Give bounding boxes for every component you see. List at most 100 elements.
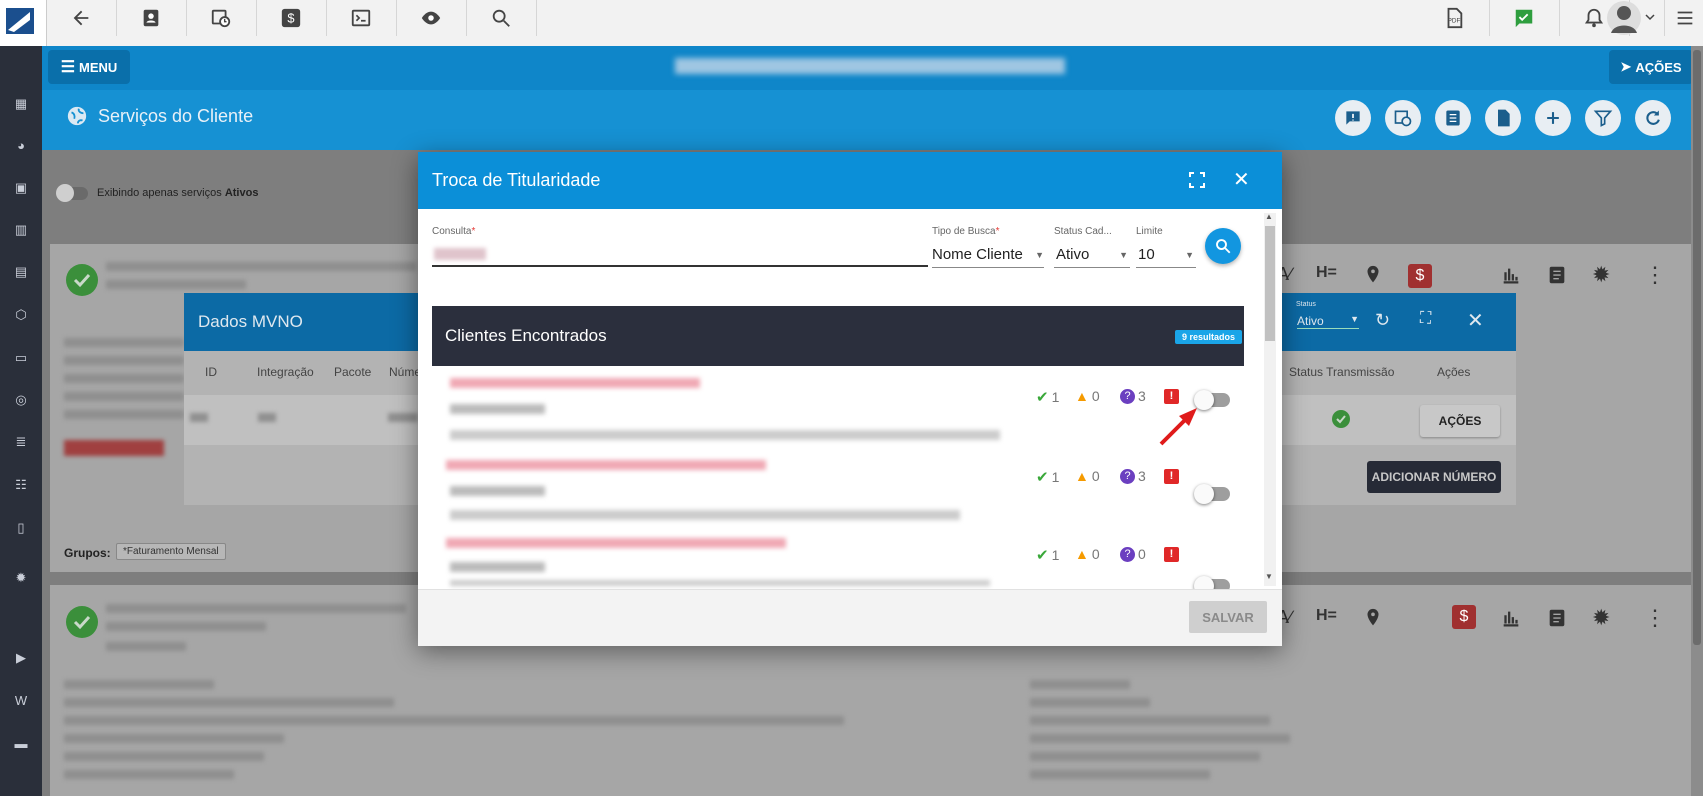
alert-icon: ! [1164,469,1179,484]
tipo-busca-underline [932,267,1044,268]
modal-footer [418,589,1282,646]
location-icon[interactable]: ◎ [8,390,34,410]
fullscreen-icon[interactable]: ⛶ [1420,310,1431,328]
alert-icon: ! [1164,547,1179,562]
dashboard-icon[interactable]: ▦ [8,94,34,114]
alert-chat-icon[interactable] [1335,100,1371,136]
document-icon[interactable]: ▯ [8,518,34,538]
avatar[interactable] [1606,0,1658,36]
bar-chart-icon[interactable] [1500,264,1522,286]
acoes-button[interactable]: ➤ AÇÕES [1609,50,1693,84]
dollar-icon[interactable]: $ [1452,605,1476,629]
blurred-tag [64,440,164,456]
close-icon[interactable]: ✕ [1467,308,1484,333]
consulta-input[interactable] [432,265,928,267]
pdf-icon[interactable]: PDF [1419,0,1490,36]
location-pin-icon[interactable] [1362,607,1384,629]
warning-icon: ▲ [1075,388,1089,404]
save-button[interactable]: SALVAR [1189,601,1267,633]
select-client-toggle[interactable] [1194,484,1230,504]
modal-title: Troca de Titularidade [432,170,601,190]
video-icon[interactable]: ▶ [8,648,34,668]
blurred-text [106,262,416,271]
tipo-busca-select[interactable]: Nome Cliente ▼ [932,246,1044,263]
page-scrollbar-thumb[interactable] [1693,50,1701,645]
status-label: Status [1296,301,1316,308]
more-vertical-icon[interactable]: ⋮ [1644,607,1666,629]
dollar-icon[interactable]: $ [256,0,327,36]
scroll-down-icon[interactable]: ▼ [1265,572,1273,581]
more-vertical-icon[interactable]: ⋮ [1644,264,1666,286]
results-count-badge: 9 resultados [1175,330,1243,344]
h-equals-icon[interactable]: H= [1316,607,1337,625]
menu-button[interactable]: ☰ MENU [48,50,130,84]
close-icon[interactable]: ✕ [1233,167,1250,192]
board-icon[interactable]: ▥ [8,220,34,240]
consulta-label: Consulta* [432,226,476,237]
question-icon: ? [1120,388,1135,404]
active-only-toggle[interactable] [56,184,88,202]
bar-chart-icon[interactable] [1500,607,1522,629]
search-button[interactable] [1205,228,1241,264]
limite-underline [1136,267,1196,268]
gear-icon[interactable]: ✹ [8,568,34,588]
card-icon[interactable]: ▭ [8,348,34,368]
calendar-clock-icon[interactable] [1385,100,1421,136]
row-actions-button[interactable]: AÇÕES [1420,405,1500,437]
calendar-icon[interactable]: ▤ [8,262,34,282]
add-number-button[interactable]: ADICIONAR NÚMERO [1367,461,1501,493]
filter-icon[interactable] [1585,100,1621,136]
dropdown-arrow-icon: ▼ [1119,250,1128,260]
blurred-text [450,404,545,414]
blurred-text [106,642,186,651]
red-arrow-annotation [1155,402,1205,450]
dollar-icon[interactable]: $ [1408,264,1432,288]
box-icon[interactable]: ⬡ [8,305,34,325]
wiki-icon[interactable]: W [8,690,34,710]
pie-chart-icon[interactable]: ◕ [8,135,34,155]
blurred-text [106,622,266,631]
notes-icon[interactable] [1546,607,1568,629]
gear-icon[interactable]: ✹ [1592,607,1610,629]
mvno-title: Dados MVNO [198,312,303,331]
scroll-up-icon[interactable]: ▲ [1265,212,1273,221]
refresh-icon[interactable]: ↻ [1375,310,1390,331]
h-equals-icon[interactable]: H= [1316,264,1337,282]
terminal-icon[interactable] [326,0,397,36]
fullscreen-icon[interactable] [1187,170,1207,190]
modal-scrollbar-thumb[interactable] [1265,226,1275,341]
contact-card-icon[interactable] [116,0,187,36]
back-arrow-icon[interactable] [46,0,117,36]
app-logo[interactable] [0,0,47,46]
ok-count: ✔ 1 [1036,469,1060,486]
status-ok-icon [66,264,98,296]
status-select[interactable]: Ativo ▼ [1297,314,1359,329]
column-header: ID [205,365,217,379]
status-cad-select[interactable]: Ativo ▼ [1056,246,1128,263]
search-icon[interactable] [466,0,537,36]
status-transmission-header: Status Transmissão [1289,365,1395,379]
list-doc-icon[interactable] [1435,100,1471,136]
calendar-clock-icon[interactable] [186,0,257,36]
limite-select[interactable]: 10 ▼ [1138,246,1194,263]
blurred-text [450,486,545,496]
location-pin-icon[interactable] [1362,264,1384,286]
refresh-icon[interactable] [1635,100,1671,136]
notes-icon[interactable] [1546,264,1568,286]
gear-icon[interactable]: ✹ [1592,264,1610,286]
check-circle-icon: ✔ [1036,389,1049,406]
table-icon[interactable]: ☷ [8,475,34,495]
blurred-text [64,392,184,401]
contact-icon[interactable]: ▣ [8,178,34,198]
blurred-text [64,680,214,689]
send-icon: ➤ [1620,59,1632,74]
menu-list-icon[interactable] [1664,0,1703,36]
list-icon[interactable]: ≣ [8,432,34,452]
document-icon[interactable] [1485,100,1521,136]
chat-check-icon[interactable] [1489,0,1560,36]
add-icon[interactable] [1535,100,1571,136]
dropdown-arrow-icon: ▼ [1035,250,1044,260]
chat-icon[interactable]: ▬ [8,733,34,753]
eye-icon[interactable] [396,0,467,36]
blurred-text [64,374,184,383]
